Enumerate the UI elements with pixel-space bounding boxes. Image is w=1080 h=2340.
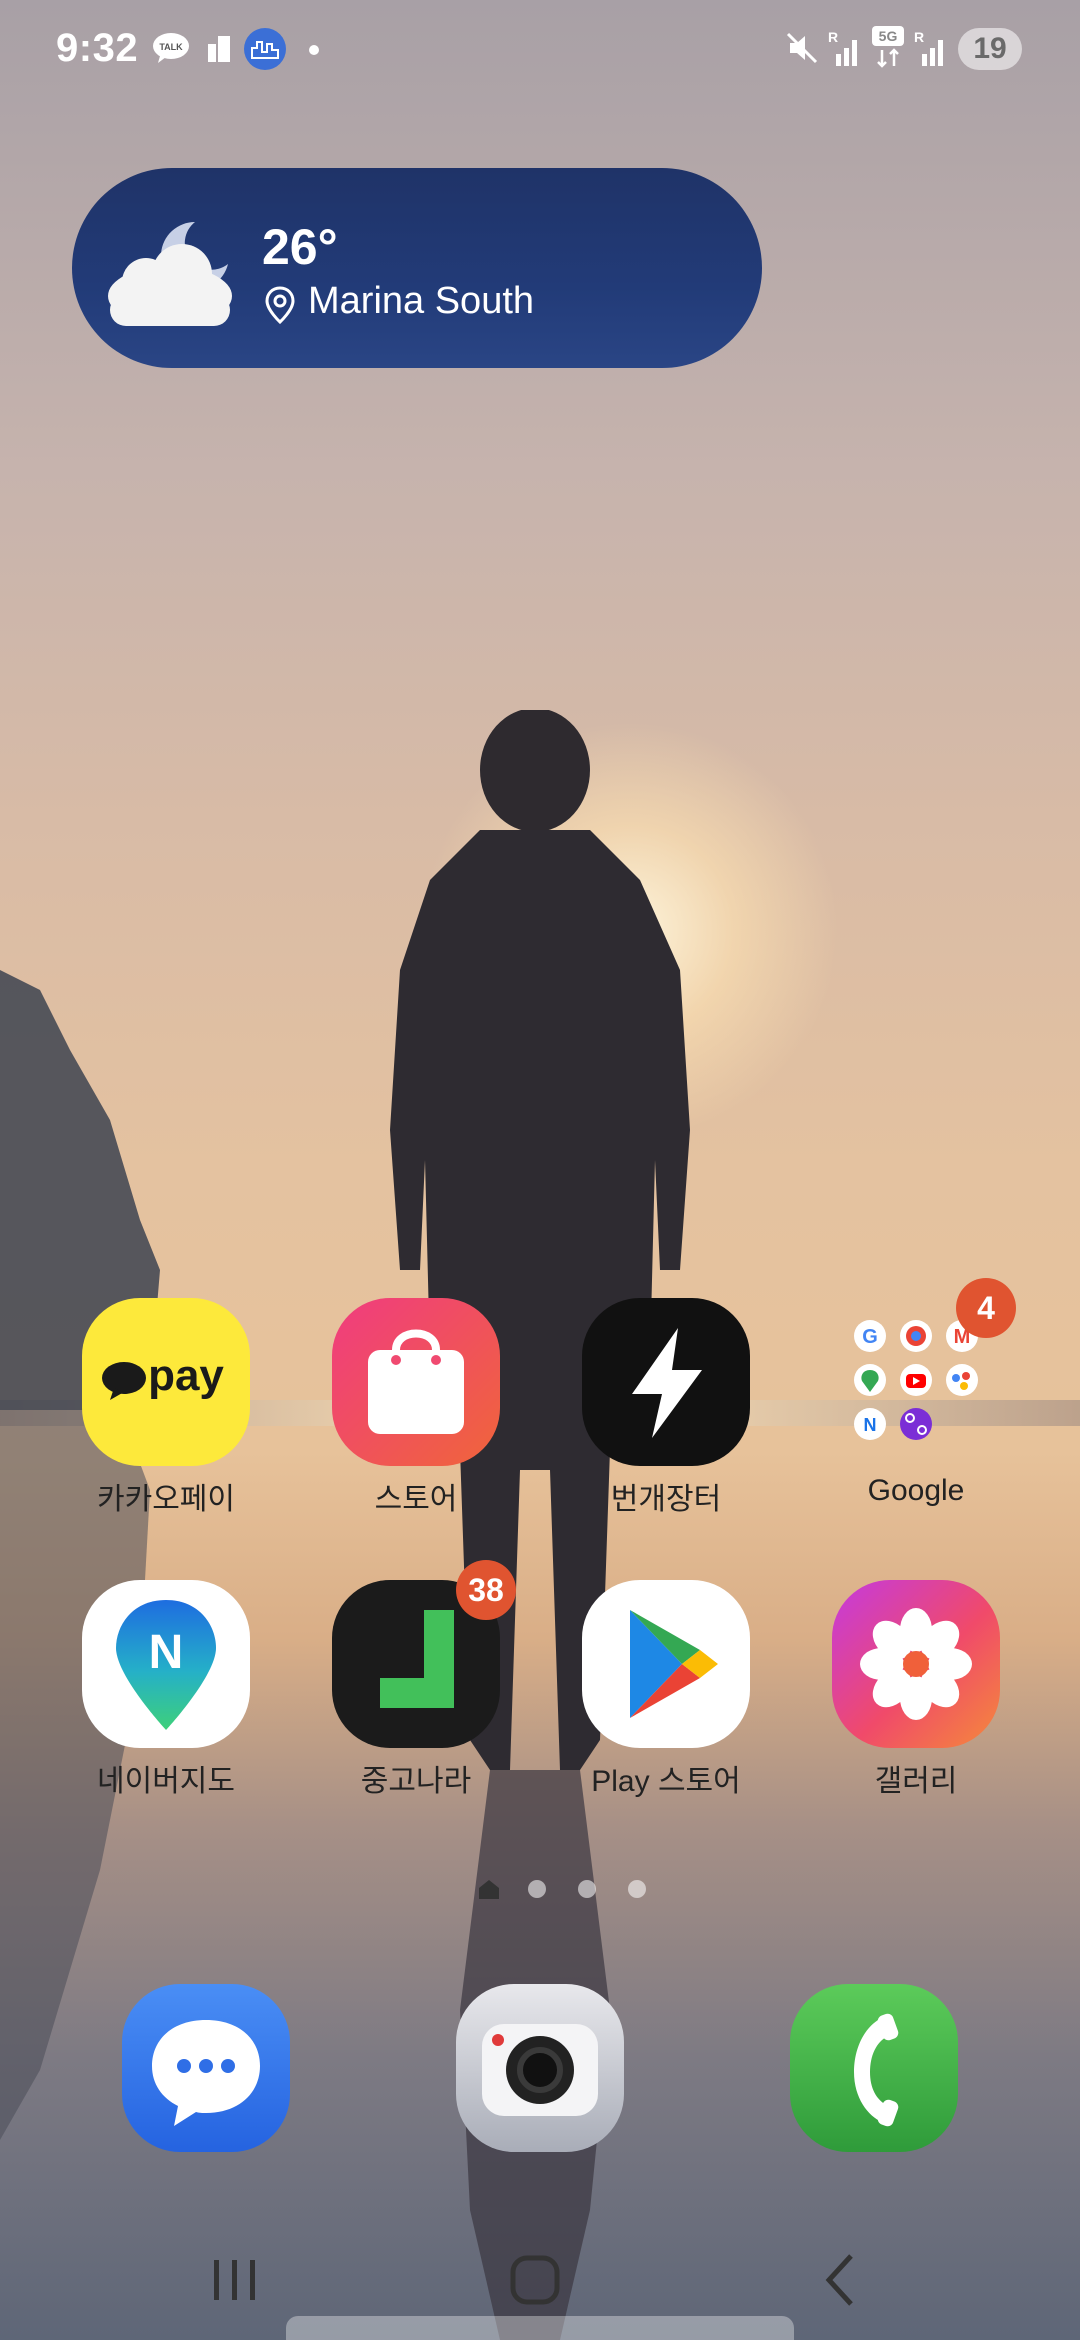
location-pin-icon	[265, 286, 295, 324]
svg-text:TALK: TALK	[159, 42, 183, 52]
page-dot[interactable]	[628, 1880, 646, 1898]
app-label: 스토어	[374, 1483, 458, 1516]
svg-text:R: R	[914, 29, 924, 45]
city-app-icon	[244, 28, 286, 70]
wallpaper-car-silhouette	[0, 970, 160, 2140]
app-label: 번개장터	[610, 1483, 722, 1516]
app-joonggonara[interactable]: 38 중고나라	[316, 1560, 516, 1810]
recents-icon[interactable]	[190, 2240, 280, 2320]
app-label: Play 스토어	[591, 1765, 741, 1798]
svg-text:G: G	[862, 1326, 878, 1348]
gallery-flower-icon	[832, 1580, 1000, 1748]
mute-icon	[786, 32, 818, 64]
svg-text:N: N	[149, 1626, 184, 1679]
kakaotalk-icon: TALK	[153, 33, 189, 63]
signal-r-icon-2: R	[914, 29, 943, 66]
app-label: 갤러리	[874, 1765, 958, 1798]
status-bar: 9:32 TALK R 5G R 19	[0, 0, 1080, 100]
home-icon[interactable]	[490, 2240, 580, 2320]
app-store[interactable]: 스토어	[316, 1298, 516, 1528]
status-time: 9:32	[56, 26, 139, 70]
app-label: 네이버지도	[97, 1765, 235, 1798]
notification-badge: 4	[956, 1278, 1016, 1338]
page-indicator[interactable]	[478, 1874, 658, 1902]
phone-icon[interactable]	[790, 1984, 958, 2152]
gesture-handle	[286, 2316, 794, 2340]
weather-location: Marina South	[308, 280, 535, 322]
weather-widget[interactable]: 26° Marina South	[72, 168, 762, 368]
weather-temperature: 26°	[262, 219, 338, 275]
store-bag-icon	[332, 1298, 500, 1466]
cloud-moon-icon	[108, 221, 232, 326]
svg-text:5G: 5G	[879, 28, 898, 44]
messages-icon[interactable]	[122, 1984, 290, 2152]
sim-icon	[208, 36, 230, 62]
battery-indicator: 19	[958, 28, 1022, 70]
naver-map-icon: N	[82, 1580, 250, 1748]
svg-text:N: N	[864, 1415, 877, 1435]
bolt-icon	[582, 1298, 750, 1466]
kakaopay-icon: pay	[82, 1298, 250, 1466]
signal-r-icon: R	[828, 29, 857, 66]
app-label: 중고나라	[360, 1765, 472, 1798]
home-page-dot-icon	[479, 1880, 499, 1899]
navigation-bar	[0, 2220, 1080, 2320]
app-naver-map[interactable]: N 네이버지도	[66, 1580, 266, 1810]
app-label: 카카오페이	[97, 1483, 235, 1516]
back-icon[interactable]	[796, 2240, 886, 2320]
page-dot[interactable]	[578, 1880, 596, 1898]
app-play-store[interactable]: Play 스토어	[566, 1580, 766, 1810]
app-gallery[interactable]: 갤러리	[816, 1580, 1016, 1810]
notification-badge: 38	[456, 1560, 516, 1620]
play-store-icon	[582, 1580, 750, 1748]
dot-icon	[309, 45, 319, 55]
5g-icon: 5G	[872, 26, 904, 68]
page-dot[interactable]	[528, 1880, 546, 1898]
folder-google[interactable]: G M N 4 Google	[816, 1278, 1016, 1528]
app-kakaopay[interactable]: pay 카카오페이	[66, 1298, 266, 1528]
svg-text:pay: pay	[148, 1351, 224, 1400]
svg-text:R: R	[828, 29, 838, 45]
app-bunjang[interactable]: 번개장터	[566, 1298, 766, 1528]
app-label: Google	[867, 1474, 965, 1507]
camera-icon[interactable]	[456, 1984, 624, 2152]
